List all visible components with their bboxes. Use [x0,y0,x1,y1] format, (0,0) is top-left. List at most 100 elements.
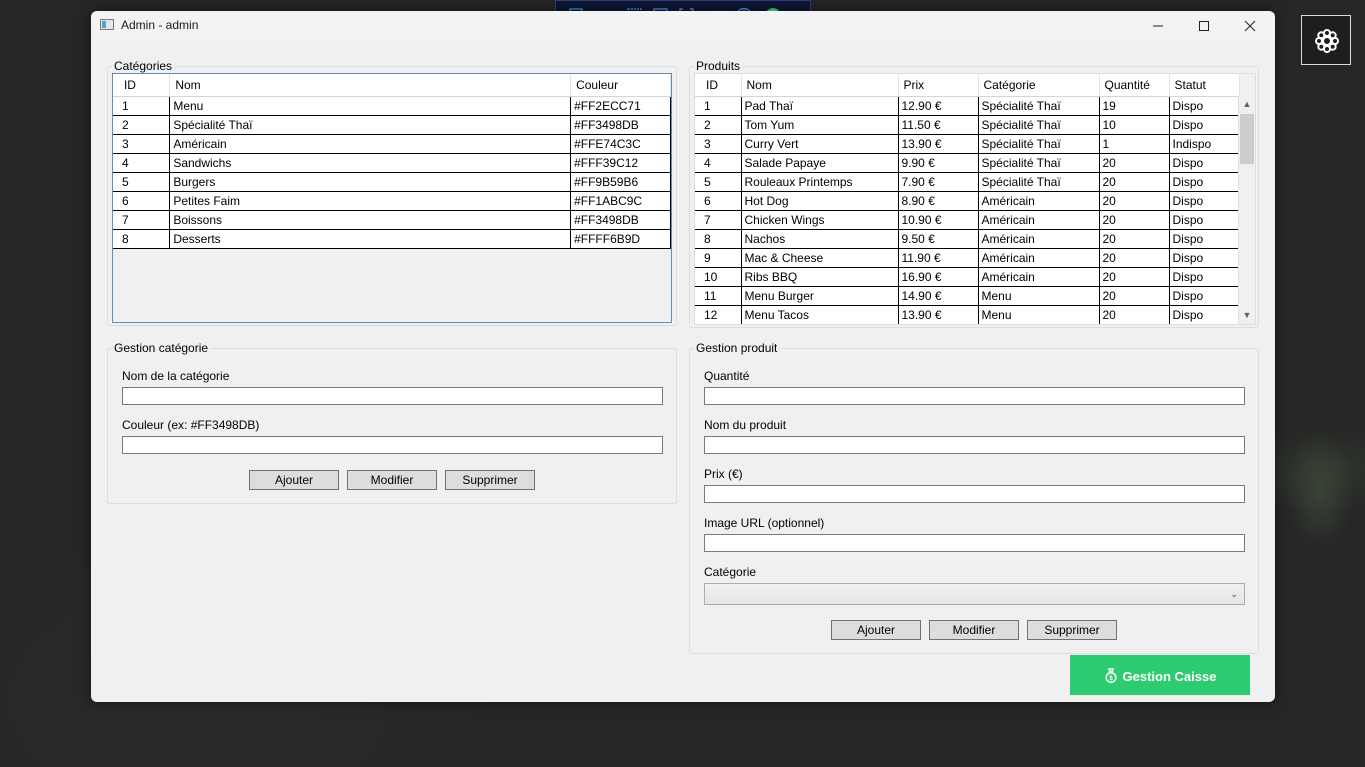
table-cell[interactable]: Spécialité Thaï [978,115,1100,135]
table-cell[interactable]: #FF3498DB [570,115,671,135]
table-cell[interactable]: 2 [118,115,171,135]
scroll-down-icon[interactable]: ▼ [1239,307,1255,324]
table-cell[interactable]: Hot Dog [741,191,899,211]
products-column-header[interactable]: ID [701,74,742,97]
table-cell[interactable]: #FF1ABC9C [570,191,671,211]
table-cell[interactable]: Dispo [1169,305,1240,324]
table-cell[interactable]: 20 [1099,191,1170,211]
table-row[interactable]: 6 Hot Dog 8.90 € Américain 20 Dispo [695,191,1240,211]
categories-column-header[interactable]: Nom [169,74,572,97]
table-row[interactable]: 3 Américain #FFE74C3C [113,134,671,154]
table-cell[interactable]: 6 [701,191,742,211]
products-column-header[interactable]: Quantité [1099,74,1170,97]
product-image-input[interactable] [704,534,1245,552]
table-cell[interactable]: 16.90 € [898,267,979,287]
table-row[interactable]: 4 Salade Papaye 9.90 € Spécialité Thaï 20 Dis… [695,153,1240,173]
category-edit-button[interactable]: Modifier [347,470,437,490]
scroll-thumb[interactable] [1240,114,1254,164]
table-row[interactable]: 10 Ribs BBQ 16.90 € Américain 20 Dispo [695,267,1240,287]
table-cell[interactable]: 19 [1099,96,1170,116]
table-cell[interactable]: 13.90 € [898,134,979,154]
table-row[interactable]: 4 Sandwichs #FFF39C12 [113,153,671,173]
table-cell[interactable]: Indispo [1169,134,1240,154]
table-cell[interactable]: Dispo [1169,210,1240,230]
table-cell[interactable]: 2 [701,115,742,135]
table-row[interactable]: 12 Menu Tacos 13.90 € Menu 20 Dispo [695,305,1240,324]
product-category-select[interactable]: ⌄ [704,583,1245,605]
table-row[interactable]: 7 Boissons #FF3498DB [113,210,671,230]
table-row[interactable]: 1 Menu #FF2ECC71 [113,96,671,116]
table-cell[interactable]: 4 [118,153,171,173]
table-cell[interactable]: Rouleaux Printemps [741,172,899,192]
table-cell[interactable]: 20 [1099,286,1170,306]
table-cell[interactable]: 10.90 € [898,210,979,230]
table-cell[interactable]: Américain [978,267,1100,287]
table-cell[interactable]: 20 [1099,210,1170,230]
table-cell[interactable]: Spécialité Thaï [978,172,1100,192]
table-cell[interactable]: 12.90 € [898,96,979,116]
table-cell[interactable]: Menu Tacos [741,305,899,324]
table-cell[interactable]: 1 [1099,134,1170,154]
table-row[interactable]: 7 Chicken Wings 10.90 € Américain 20 Dispo [695,210,1240,230]
table-cell[interactable]: Burgers [169,172,572,192]
table-row[interactable]: 2 Spécialité Thaï #FF3498DB [113,115,671,135]
table-cell[interactable]: Curry Vert [741,134,899,154]
table-cell[interactable]: 4 [701,153,742,173]
product-add-button[interactable]: Ajouter [831,620,921,640]
products-scrollbar[interactable]: ▲ ▼ [1238,96,1255,324]
table-row[interactable]: 11 Menu Burger 14.90 € Menu 20 Dispo [695,286,1240,306]
table-cell[interactable]: 10 [1099,115,1170,135]
table-cell[interactable]: 1 [701,96,742,116]
table-cell[interactable]: Dispo [1169,267,1240,287]
table-cell[interactable]: #FFE74C3C [570,134,671,154]
categories-column-header[interactable]: ID [118,74,171,97]
product-name-input[interactable] [704,436,1245,454]
table-cell[interactable]: 7 [701,210,742,230]
category-delete-button[interactable]: Supprimer [445,470,535,490]
table-cell[interactable]: 8 [701,229,742,249]
table-row[interactable]: 5 Burgers #FF9B59B6 [113,172,671,192]
table-cell[interactable]: Dispo [1169,96,1240,116]
table-cell[interactable]: Desserts [169,229,572,249]
table-cell[interactable]: Menu [169,96,572,116]
table-cell[interactable]: Dispo [1169,172,1240,192]
table-cell[interactable]: Mac & Cheese [741,248,899,268]
table-row[interactable]: 3 Curry Vert 13.90 € Spécialité Thaï 1 Indisp… [695,134,1240,154]
table-cell[interactable]: 5 [701,172,742,192]
table-row[interactable]: 6 Petites Faim #FF1ABC9C [113,191,671,211]
table-cell[interactable]: Sandwichs [169,153,572,173]
table-cell[interactable]: Pad Thaï [741,96,899,116]
table-cell[interactable]: Chicken Wings [741,210,899,230]
table-row[interactable]: 1 Pad Thaï 12.90 € Spécialité Thaï 19 Dispo [695,96,1240,116]
table-cell[interactable]: Américain [978,191,1100,211]
table-cell[interactable]: 10 [701,267,742,287]
table-cell[interactable]: 11.50 € [898,115,979,135]
table-cell[interactable]: 20 [1099,305,1170,324]
table-row[interactable]: 8 Desserts #FFFF6B9D [113,229,671,249]
table-cell[interactable]: Dispo [1169,286,1240,306]
product-edit-button[interactable]: Modifier [929,620,1019,640]
table-cell[interactable]: 9.50 € [898,229,979,249]
settings-button[interactable] [1301,15,1351,65]
table-cell[interactable]: 7.90 € [898,172,979,192]
table-cell[interactable]: 3 [118,134,171,154]
table-cell[interactable]: Dispo [1169,248,1240,268]
category-color-input[interactable] [122,436,663,454]
minimize-button[interactable] [1135,11,1181,41]
maximize-button[interactable] [1181,11,1227,41]
table-cell[interactable]: 13.90 € [898,305,979,324]
table-cell[interactable]: 7 [118,210,171,230]
table-row[interactable]: 2 Tom Yum 11.50 € Spécialité Thaï 10 Dispo [695,115,1240,135]
table-cell[interactable]: 20 [1099,248,1170,268]
product-qty-input[interactable] [704,387,1245,405]
table-cell[interactable]: #FFF39C12 [570,153,671,173]
table-cell[interactable]: Américain [978,210,1100,230]
table-cell[interactable]: Spécialité Thaï [978,134,1100,154]
table-cell[interactable]: 8 [118,229,171,249]
table-cell[interactable]: 5 [118,172,171,192]
table-cell[interactable]: Dispo [1169,191,1240,211]
table-cell[interactable]: Dispo [1169,229,1240,249]
products-column-header[interactable]: Statut [1169,74,1240,97]
products-column-header[interactable]: Catégorie [978,74,1100,97]
table-cell[interactable]: Menu Burger [741,286,899,306]
